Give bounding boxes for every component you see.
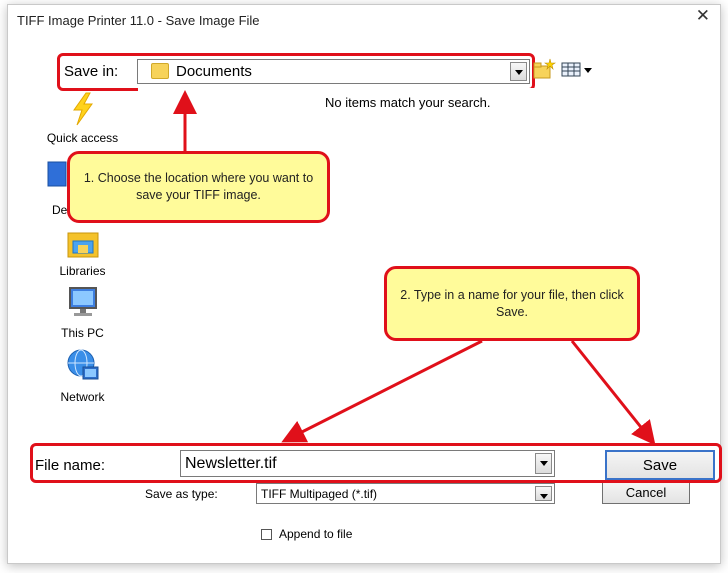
- arrow-to-file-name: [281, 339, 483, 443]
- arrow-to-save-button: [570, 340, 656, 446]
- annotation-arrows: [173, 90, 656, 446]
